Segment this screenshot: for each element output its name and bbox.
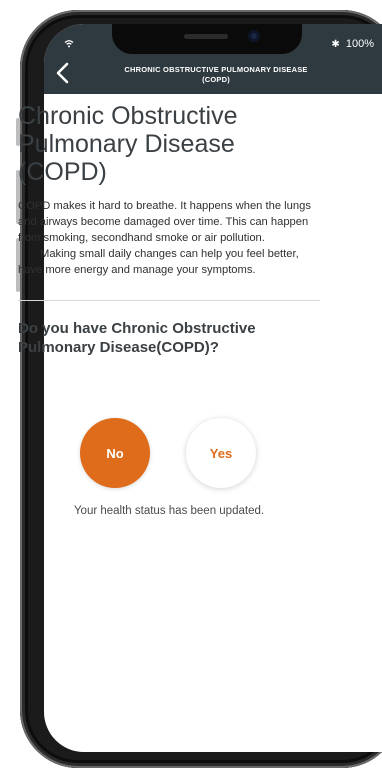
speaker [184,34,228,39]
intro-paragraph-1: COPD makes it hard to breathe. It happen… [18,200,311,244]
device-mockup: ✱ 100% CHRONIC OBSTRUCTIVE PULMONARY DIS… [0,0,382,770]
battery-percentage: 100% [345,38,374,50]
intro-paragraph-2: Making small daily changes can help you … [18,248,299,276]
battery-indicator: ✱ 100% [331,38,374,50]
divider [18,300,320,301]
main-content: Chronic Obstructive Pulmonary Disease (C… [18,102,320,357]
page-title: Chronic Obstructive Pulmonary Disease (C… [18,102,238,186]
status-message: Your health status has been updated. [73,505,265,517]
header-title-line1: CHRONIC OBSTRUCTIVE PULMONARY DISEASE [124,65,308,74]
no-button-label: No [106,445,124,461]
notch [112,24,302,54]
yes-button[interactable]: Yes [186,418,256,488]
chevron-left-icon [56,62,69,84]
header-title-line2: (COPD) [202,75,230,84]
intro-text: COPD makes it hard to breathe. It happen… [18,198,320,278]
wifi-icon [64,39,74,51]
camera [248,30,260,42]
condition-question: Do you have Chronic Obstructive Pulmonar… [18,320,256,356]
back-button[interactable] [54,62,82,90]
bluetooth-icon: ✱ [331,39,340,50]
answer-choices: No Yes [80,418,260,490]
yes-button-label: Yes [209,445,233,461]
header-title: CHRONIC OBSTRUCTIVE PULMONARY DISEASE (C… [86,65,346,85]
no-button[interactable]: No [80,418,150,488]
